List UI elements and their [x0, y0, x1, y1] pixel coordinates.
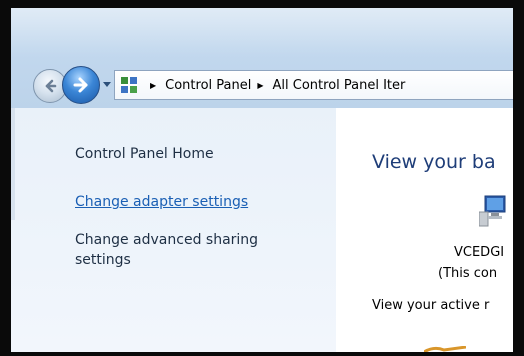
forward-arrow-icon [73, 77, 88, 93]
screen-edge-bottom [0, 352, 524, 356]
forward-button[interactable] [62, 66, 100, 104]
page-title: View your ba [372, 151, 496, 173]
breadcrumb-all-items[interactable]: All Control Panel Iter [273, 78, 406, 93]
breadcrumb-control-panel[interactable]: Control Panel [165, 78, 251, 93]
sidebar-edge [11, 108, 15, 220]
control-panel-window: ▶ Control Panel ▶ All Control Panel Iter… [11, 8, 513, 352]
control-panel-icon [120, 76, 138, 94]
breadcrumb-separator-icon[interactable]: ▶ [150, 81, 156, 90]
screen-edge-right [513, 0, 524, 356]
screen-edge-left [0, 0, 11, 356]
chevron-down-icon [103, 82, 111, 87]
change-advanced-sharing-link[interactable]: Change advanced sharing settings [75, 230, 305, 270]
change-adapter-settings-link[interactable]: Change adapter settings [75, 194, 248, 210]
active-networks-heading: View your active r [372, 298, 490, 313]
screen-edge-top [0, 0, 524, 8]
titlebar-gloss [11, 8, 513, 58]
task-sidebar: Control Panel Home Change adapter settin… [11, 108, 336, 352]
computer-name: VCEDGI [454, 245, 505, 260]
recent-pages-dropdown[interactable] [102, 80, 112, 90]
back-arrow-icon [45, 79, 57, 93]
computer-icon [479, 195, 506, 227]
network-icon-partial [424, 346, 466, 352]
computer-subtitle: (This con [438, 266, 498, 281]
control-panel-home-link[interactable]: Control Panel Home [75, 146, 214, 162]
window-titlebar: ▶ Control Panel ▶ All Control Panel Iter [11, 8, 513, 108]
main-content: View your ba VCEDGI (This con View your … [336, 108, 513, 352]
breadcrumb-separator-icon[interactable]: ▶ [257, 81, 263, 90]
address-bar[interactable]: ▶ Control Panel ▶ All Control Panel Iter [114, 70, 513, 100]
